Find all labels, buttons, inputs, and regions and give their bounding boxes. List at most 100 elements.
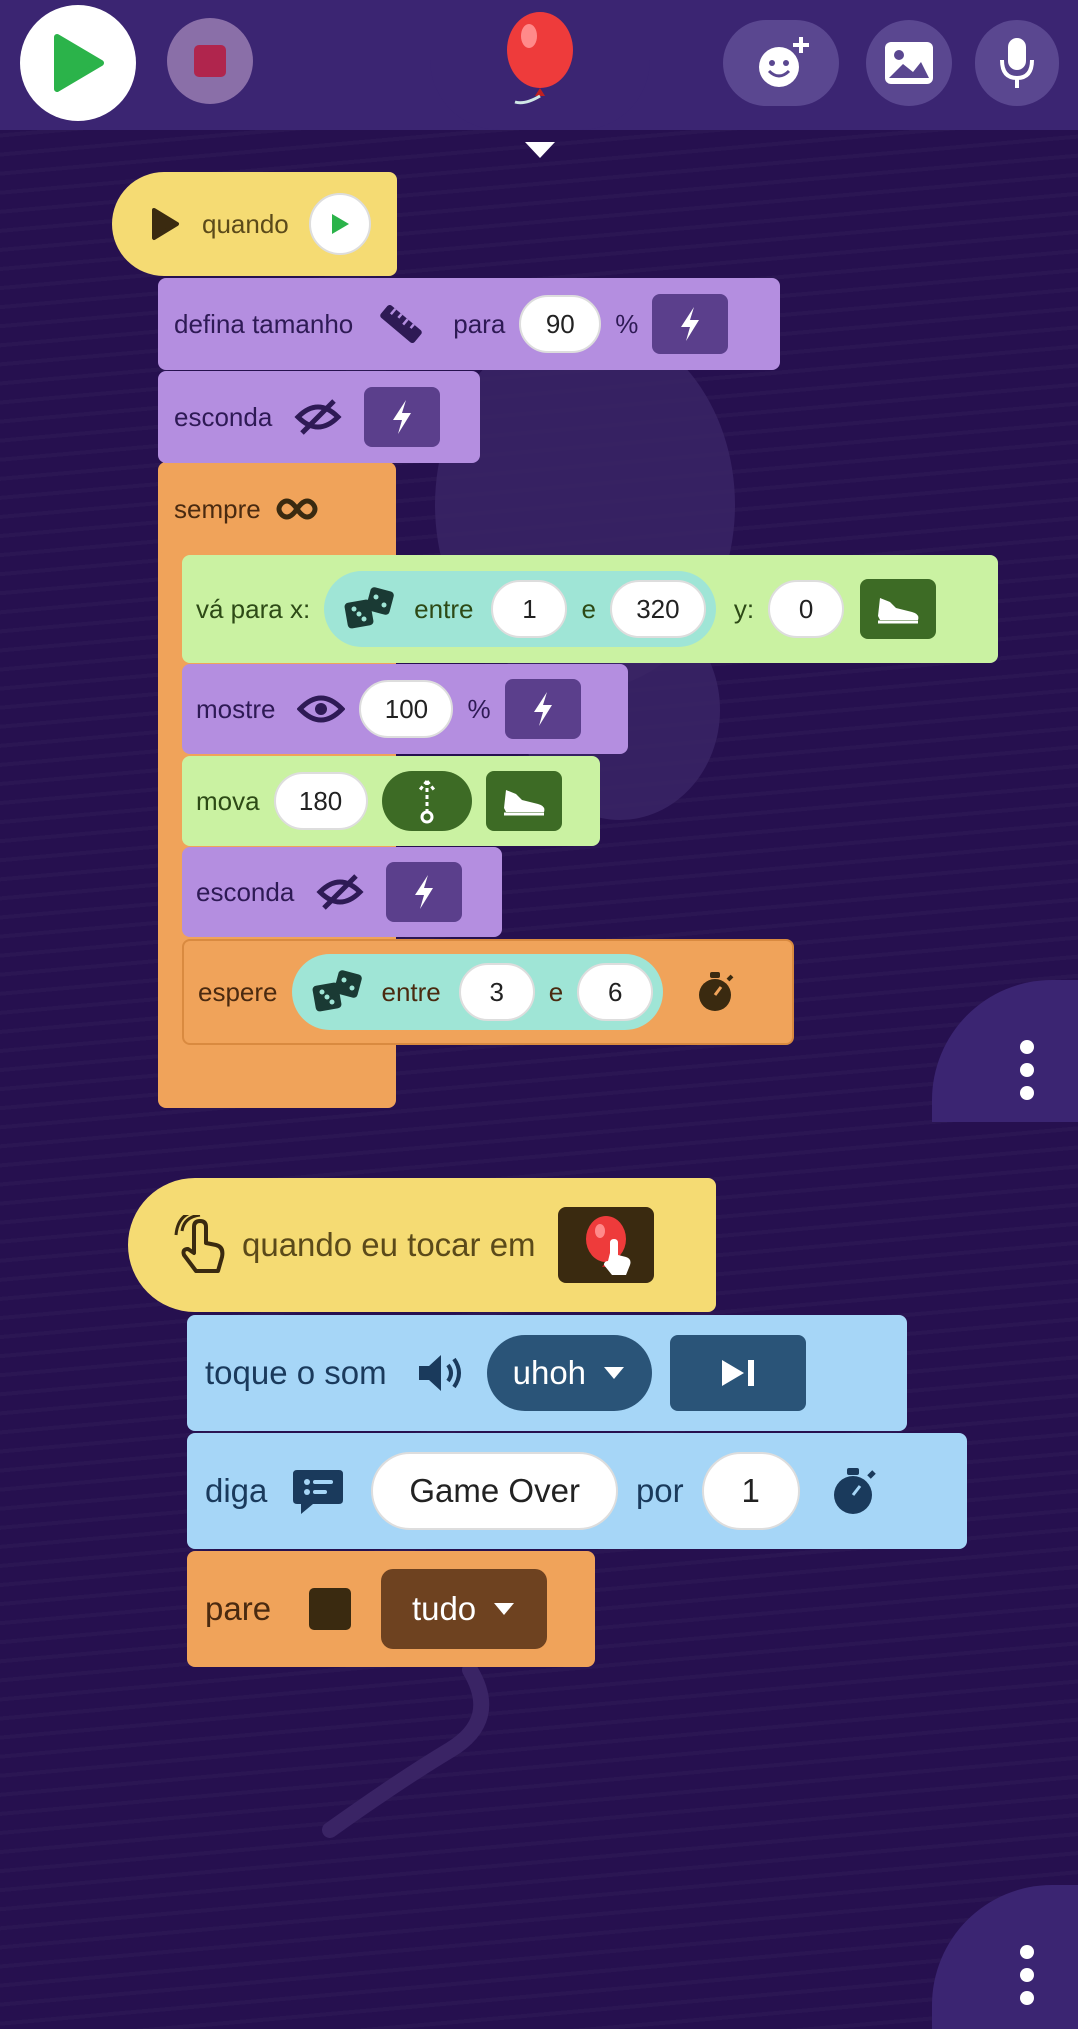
wait-label: espere: [198, 976, 278, 1007]
and-label: e: [548, 976, 564, 1007]
go-to-xy-block[interactable]: vá para x: entre 1 e 320 y: 0: [182, 555, 998, 663]
x-min-input[interactable]: 1: [491, 580, 568, 638]
set-size-para-label: para: [453, 308, 506, 339]
motion-mode-button[interactable]: [860, 579, 937, 639]
hat-label: quando eu tocar em: [242, 1226, 536, 1263]
green-flag-play-button[interactable]: [20, 5, 136, 121]
direction-button[interactable]: [381, 771, 472, 831]
add-character-icon: [759, 37, 809, 87]
say-text-input[interactable]: Game Over: [371, 1452, 618, 1530]
wait-min-input[interactable]: 3: [458, 963, 535, 1021]
play-sound-block[interactable]: toque o som uhoh: [187, 1315, 907, 1431]
animate-toggle-button[interactable]: [386, 862, 463, 922]
chevron-down-icon: [494, 1603, 515, 1615]
go-to-label: vá para x:: [196, 593, 311, 624]
lightning-icon: [533, 692, 552, 726]
loop-icon: [276, 498, 318, 520]
chevron-down-icon: [525, 142, 555, 158]
when-flag-clicked-hat-block[interactable]: quando: [112, 172, 397, 276]
when-touched-hat-block[interactable]: quando eu tocar em: [128, 1178, 716, 1312]
say-por-label: por: [635, 1472, 684, 1509]
between-label: entre: [414, 593, 474, 624]
set-size-label: defina tamanho: [174, 308, 354, 339]
lightning-icon: [681, 307, 700, 341]
stop-label: pare: [205, 1590, 272, 1627]
background-balloon-string: [322, 1662, 490, 1838]
motion-mode-button[interactable]: [485, 771, 562, 831]
play-icon: [152, 208, 179, 240]
sneaker-icon: [503, 790, 544, 816]
random-between-operator[interactable]: entre 3 e 6: [291, 954, 664, 1030]
tap-hand-icon: [174, 1215, 225, 1273]
sprite-target-button[interactable]: [557, 1207, 654, 1283]
hide-label: esconda: [196, 876, 295, 907]
y-value-input[interactable]: 0: [768, 580, 845, 638]
direction-arrow-icon: [417, 780, 436, 824]
animate-toggle-button[interactable]: [364, 387, 441, 447]
dice-icon: [344, 587, 394, 629]
balloon-icon: [585, 1216, 631, 1275]
animate-toggle-button[interactable]: [652, 294, 729, 354]
hide-block[interactable]: esconda: [158, 371, 480, 463]
sneaker-icon: [878, 598, 919, 624]
random-between-operator[interactable]: entre 1 e 320: [324, 571, 716, 647]
x-max-input[interactable]: 320: [609, 580, 706, 638]
dice-icon: [312, 970, 362, 1012]
record-sound-button[interactable]: [975, 20, 1059, 106]
and-label: e: [581, 593, 596, 624]
between-label: entre: [381, 976, 441, 1007]
show-label: mostre: [196, 693, 276, 724]
hide-block-2[interactable]: esconda: [182, 847, 502, 937]
forever-block[interactable]: sempre: [158, 464, 396, 554]
animate-toggle-button[interactable]: [504, 679, 581, 739]
move-value-input[interactable]: 180: [273, 772, 368, 830]
script-options-handle-2[interactable]: [932, 1885, 1078, 2029]
eye-slash-icon: [316, 874, 364, 910]
stop-icon: [194, 45, 226, 77]
stop-all-block[interactable]: pare tudo: [187, 1551, 595, 1667]
current-sprite-balloon[interactable]: [495, 10, 585, 114]
show-block[interactable]: mostre 100 %: [182, 664, 628, 754]
balloon-icon: [507, 12, 573, 105]
stopwatch-icon: [699, 972, 734, 1011]
ruler-icon: [380, 304, 423, 344]
stop-square-icon: [309, 1588, 352, 1630]
add-character-button[interactable]: [723, 20, 839, 106]
background-button[interactable]: [866, 20, 952, 106]
play-until-done-toggle[interactable]: [670, 1335, 807, 1411]
move-block[interactable]: mova 180: [182, 756, 600, 846]
wait-max-input[interactable]: 6: [577, 963, 654, 1021]
sound-select-dropdown[interactable]: uhoh: [486, 1335, 653, 1411]
speaker-icon: [418, 1355, 461, 1391]
lightning-icon: [393, 400, 412, 434]
stop-option-dropdown[interactable]: tudo: [381, 1569, 548, 1649]
green-flag-slot: [308, 193, 371, 255]
show-value-input[interactable]: 100: [359, 680, 454, 738]
lightning-icon: [415, 875, 434, 909]
play-icon: [331, 214, 349, 234]
size-value-input[interactable]: 90: [519, 295, 602, 353]
percent-label: %: [615, 308, 639, 339]
forever-label: sempre: [174, 493, 261, 524]
stop-button[interactable]: [167, 18, 253, 104]
microphone-icon: [1000, 38, 1034, 88]
hide-label: esconda: [174, 401, 273, 432]
image-icon: [885, 42, 933, 84]
stopwatch-icon: [833, 1468, 876, 1514]
script-options-handle[interactable]: [932, 980, 1078, 1122]
move-label: mova: [196, 785, 260, 816]
y-label: y:: [733, 593, 755, 624]
play-sound-label: toque o som: [205, 1354, 387, 1391]
say-block[interactable]: diga Game Over por 1: [187, 1433, 967, 1549]
say-seconds-input[interactable]: 1: [701, 1452, 800, 1530]
eye-slash-icon: [294, 399, 342, 435]
percent-label: %: [467, 693, 491, 724]
speech-bubble-icon: [293, 1470, 344, 1514]
chevron-down-icon: [604, 1367, 625, 1379]
expand-sprite-button[interactable]: [523, 140, 557, 164]
hat-label: quando: [202, 208, 289, 239]
set-size-block[interactable]: defina tamanho para 90 %: [158, 278, 780, 370]
wait-block[interactable]: espere entre 3 e 6: [182, 939, 794, 1045]
skip-forward-icon: [722, 1360, 755, 1386]
play-icon: [54, 34, 104, 92]
